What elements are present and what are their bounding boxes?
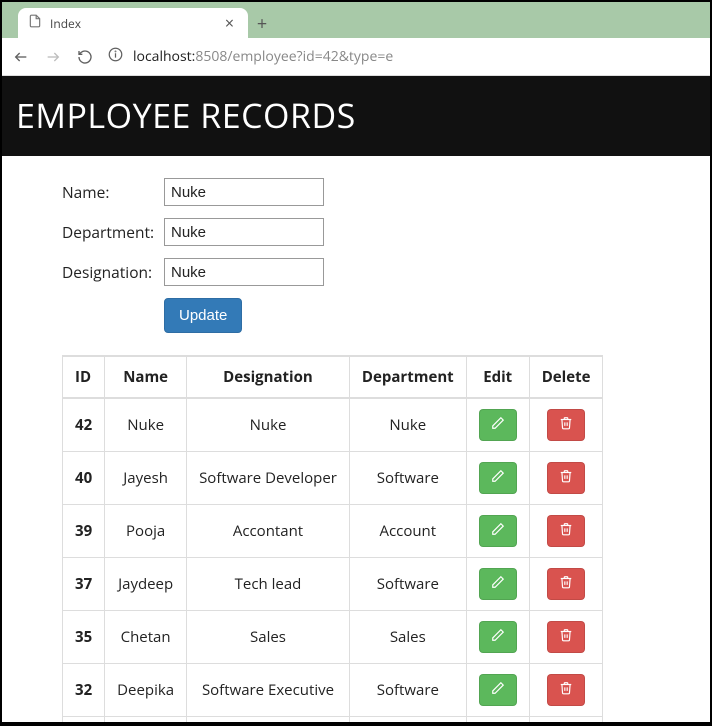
pencil-icon [491, 468, 505, 488]
th-name: Name [105, 356, 187, 398]
cell-id: 37 [63, 558, 105, 611]
cell-designation: Software Executive [187, 664, 350, 717]
name-input[interactable] [164, 178, 324, 206]
th-id: ID [63, 356, 105, 398]
cell-designation: Software Developer [187, 452, 350, 505]
department-label: Department: [62, 221, 164, 243]
edit-button[interactable] [479, 674, 517, 706]
th-department: Department [349, 356, 466, 398]
table-row: 32DeepikaSoftware ExecutiveSoftware [63, 664, 603, 717]
update-button[interactable]: Update [164, 298, 242, 333]
cell-id: 42 [63, 398, 105, 452]
cell-id: 32 [63, 664, 105, 717]
cell-id: 35 [63, 611, 105, 664]
edit-button[interactable] [479, 568, 517, 600]
trash-icon [559, 415, 573, 435]
cell-department: Software [349, 664, 466, 717]
cell-department: Sales [349, 611, 466, 664]
edit-button[interactable] [479, 409, 517, 441]
cell-department: Sales [349, 717, 466, 723]
cell-id: 39 [63, 505, 105, 558]
document-icon [28, 14, 42, 32]
delete-button[interactable] [547, 515, 585, 547]
close-tab-icon[interactable]: × [221, 13, 238, 33]
trash-icon [559, 627, 573, 647]
table-row: 37JaydeepTech leadSoftware [63, 558, 603, 611]
name-label: Name: [62, 181, 164, 203]
cell-designation: Tech lead [187, 558, 350, 611]
pencil-icon [491, 680, 505, 700]
url-text: localhost:8508/employee?id=42&type=e [133, 47, 393, 66]
trash-icon [559, 521, 573, 541]
cell-department: Account [349, 505, 466, 558]
delete-button[interactable] [547, 621, 585, 653]
pencil-icon [491, 415, 505, 435]
cell-designation: Nuke [187, 398, 350, 452]
th-designation: Designation [187, 356, 350, 398]
cell-department: Nuke [349, 398, 466, 452]
page-header: EMPLOYEE RECORDS [2, 76, 710, 156]
designation-label: Designation: [62, 261, 164, 283]
cell-name: Jaydeep [105, 558, 187, 611]
designation-input[interactable] [164, 258, 324, 286]
table-row: 35ChetanSalesSales [63, 611, 603, 664]
table-row: 42NukeNukeNuke [63, 398, 603, 452]
delete-button[interactable] [547, 568, 585, 600]
reload-icon[interactable] [76, 48, 94, 66]
url-bar[interactable]: localhost:8508/employee?id=42&type=e [108, 47, 700, 67]
plus-icon: + [257, 12, 267, 36]
pencil-icon [491, 627, 505, 647]
table-row: 31FrankSales ExcutiveSales [63, 717, 603, 723]
browser-addressbar: localhost:8508/employee?id=42&type=e [2, 38, 710, 76]
delete-button[interactable] [547, 674, 585, 706]
forward-icon [44, 48, 62, 66]
tab-title: Index [50, 15, 213, 32]
department-input[interactable] [164, 218, 324, 246]
cell-name: Deepika [105, 664, 187, 717]
edit-button[interactable] [479, 621, 517, 653]
cell-designation: Accontant [187, 505, 350, 558]
th-edit: Edit [466, 356, 529, 398]
th-delete: Delete [529, 356, 603, 398]
back-icon[interactable] [12, 48, 30, 66]
cell-department: Software [349, 452, 466, 505]
edit-button[interactable] [479, 515, 517, 547]
edit-button[interactable] [479, 462, 517, 494]
page-title: EMPLOYEE RECORDS [16, 92, 696, 138]
cell-department: Software [349, 558, 466, 611]
table-row: 40JayeshSoftware DeveloperSoftware [63, 452, 603, 505]
cell-name: Pooja [105, 505, 187, 558]
pencil-icon [491, 521, 505, 541]
page-body: EMPLOYEE RECORDS Name: Department: Desig… [2, 76, 710, 722]
cell-designation: Sales Excutive [187, 717, 350, 723]
cell-designation: Sales [187, 611, 350, 664]
delete-button[interactable] [547, 409, 585, 441]
delete-button[interactable] [547, 462, 585, 494]
browser-tab[interactable]: Index × [18, 8, 248, 38]
cell-name: Nuke [105, 398, 187, 452]
trash-icon [559, 574, 573, 594]
cell-id: 31 [63, 717, 105, 723]
browser-tabbar: Index × + [2, 2, 710, 38]
cell-name: Frank [105, 717, 187, 723]
new-tab-button[interactable]: + [248, 10, 276, 38]
cell-name: Chetan [105, 611, 187, 664]
trash-icon [559, 680, 573, 700]
employee-table: ID Name Designation Department Edit Dele… [62, 355, 603, 722]
trash-icon [559, 468, 573, 488]
pencil-icon [491, 574, 505, 594]
cell-name: Jayesh [105, 452, 187, 505]
info-icon[interactable] [108, 47, 123, 67]
table-row: 39PoojaAccontantAccount [63, 505, 603, 558]
cell-id: 40 [63, 452, 105, 505]
